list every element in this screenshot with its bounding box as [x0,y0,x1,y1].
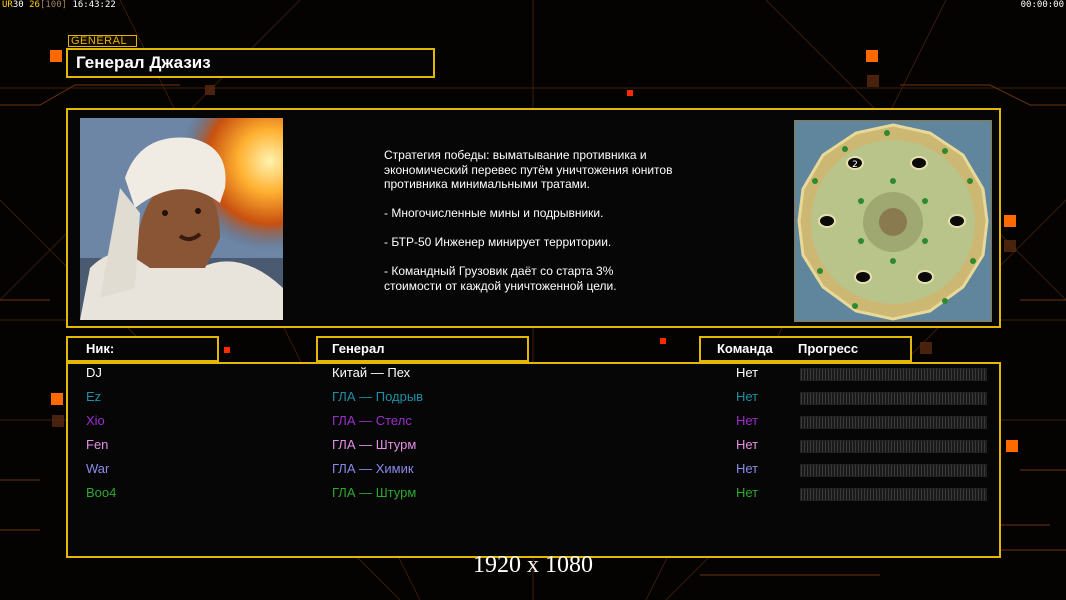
game-timer: 00:00:00 [1020,0,1064,10]
player-general: Китай — Пех [332,365,411,380]
player-row: Ez ГЛА — Подрыв Нет [0,387,1066,407]
player-general: ГЛА — Химик [332,461,414,476]
count-max: [100] [39,0,68,10]
count-value: 26 [29,0,40,10]
player-nick: Boo4 [86,485,117,500]
player-general: ГЛА — Подрыв [332,389,424,404]
player-team: Нет [736,437,759,452]
player-row: Fen ГЛА — Штурм Нет [0,435,1066,455]
player-row: DJ Китай — Пех Нет [0,363,1066,383]
header-general: Генерал [316,336,529,362]
strategy-description: Стратегия победы: выматывание противника… [384,148,714,308]
player-nick: Xio [86,413,105,428]
player-row: Xio ГЛА — Стелс Нет [0,411,1066,431]
player-team: Нет [736,461,759,476]
player-nick: DJ [86,365,102,380]
fps-label: UR [2,0,13,10]
player-progress-bar [800,464,987,477]
clock: 16:43:22 [72,0,116,10]
start-position-marker: 2 [852,160,858,170]
strategy-line: - Многочисленные мины и подрывники. [384,206,604,220]
player-nick: War [86,461,110,476]
player-team: Нет [736,485,759,500]
fps-counter: UR30 26[100] 16:43:22 [2,0,116,10]
player-general: ГЛА — Стелс [332,413,412,428]
resolution-label: 1920 x 1080 [473,552,593,578]
minimap: 2 [794,120,992,322]
strategy-line: Стратегия победы: выматывание противника… [384,148,673,191]
player-progress-bar [800,368,987,381]
header-nick: Ник: [66,336,219,362]
player-row: Boo4 ГЛА — Штурм Нет [0,483,1066,503]
strategy-line: - БТР-50 Инженер минирует территории. [384,235,612,249]
player-nick: Fen [86,437,109,452]
player-team: Нет [736,365,759,380]
player-general: ГЛА — Штурм [332,485,417,500]
player-team: Нет [736,413,759,428]
general-title: Генерал Джазиз [66,48,435,78]
fps-value: 30 [12,0,24,10]
header-progress: Прогресс [798,341,859,356]
player-general: ГЛА — Штурм [332,437,417,452]
player-progress-bar [800,416,987,429]
player-progress-bar [800,488,987,501]
player-progress-bar [800,440,987,453]
general-tag: GENERAL [68,35,137,47]
player-row: War ГЛА — Химик Нет [0,459,1066,479]
header-team-progress: Команда Прогресс [699,336,912,362]
player-progress-bar [800,392,987,405]
general-portrait [80,118,283,320]
header-team: Команда [717,341,773,356]
player-nick: Ez [86,389,102,404]
player-team: Нет [736,389,759,404]
strategy-line: - Командный Грузовик даёт со старта 3% с… [384,264,617,293]
